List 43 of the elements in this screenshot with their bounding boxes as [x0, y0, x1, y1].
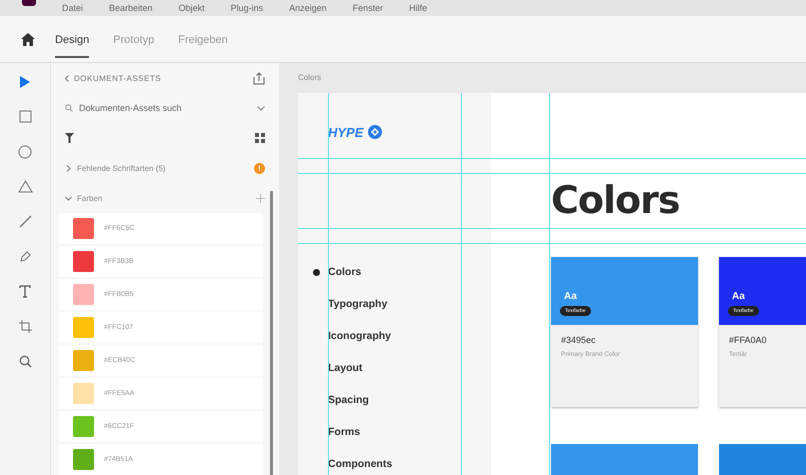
search-icon[interactable]: [18, 355, 32, 368]
menu-item[interactable]: Objekt: [178, 3, 205, 13]
text-icon[interactable]: [19, 285, 31, 298]
nav-link[interactable]: Spacing: [328, 393, 369, 407]
asset-search-field[interactable]: Dokumenten-Assets such: [77, 102, 257, 114]
artboard-label[interactable]: Colors: [298, 63, 806, 93]
warning-badge: !: [254, 162, 265, 174]
grid-view-icon[interactable]: [255, 133, 265, 143]
app-logo-icon: [22, 0, 36, 6]
nav-link[interactable]: Colors: [328, 265, 362, 279]
menu-item[interactable]: Datei: [62, 3, 84, 13]
mode-tab[interactable]: Prototyp: [113, 20, 154, 58]
menu-item[interactable]: Bearbeiten: [109, 3, 153, 13]
hype-logo: HYPE: [328, 93, 491, 171]
mode-tab[interactable]: Freigeben: [178, 20, 228, 58]
nav-link[interactable]: Iconography: [328, 329, 392, 343]
menu-item[interactable]: Anzeigen: [289, 3, 327, 13]
filter-icon[interactable]: [65, 133, 74, 143]
menu-item[interactable]: Hilfe: [409, 3, 428, 13]
chevron-down-icon[interactable]: [257, 106, 265, 110]
nav-link[interactable]: Components: [328, 457, 392, 471]
nav-link[interactable]: Layout: [328, 361, 362, 375]
pen-icon[interactable]: [18, 250, 32, 263]
menu-item[interactable]: Plug-ins: [230, 3, 264, 13]
chevron-left-icon[interactable]: [65, 74, 69, 82]
chevron-icon[interactable]: [65, 194, 72, 202]
pointer-icon[interactable]: [19, 74, 31, 88]
mode-tab[interactable]: Design: [55, 20, 90, 58]
page-heading: Colors: [551, 177, 680, 224]
colors-section[interactable]: Farben: [77, 194, 102, 202]
export-icon[interactable]: [253, 72, 265, 84]
missing-fonts-section[interactable]: Fehlende Schriftarten (5): [77, 164, 166, 172]
menu-item[interactable]: Fenster: [352, 3, 384, 13]
nav-link[interactable]: Typography: [328, 297, 388, 311]
nav-link[interactable]: Forms: [328, 425, 360, 439]
line-icon[interactable]: [18, 215, 32, 228]
chevron-icon[interactable]: [65, 164, 72, 172]
triangle-icon[interactable]: [18, 180, 32, 193]
rectangle-icon[interactable]: [18, 110, 32, 123]
assets-title[interactable]: DOKUMENT-ASSETS: [74, 74, 162, 82]
search-icon: [65, 104, 73, 112]
home-icon[interactable]: [21, 32, 35, 46]
ellipse-icon[interactable]: [18, 144, 32, 158]
